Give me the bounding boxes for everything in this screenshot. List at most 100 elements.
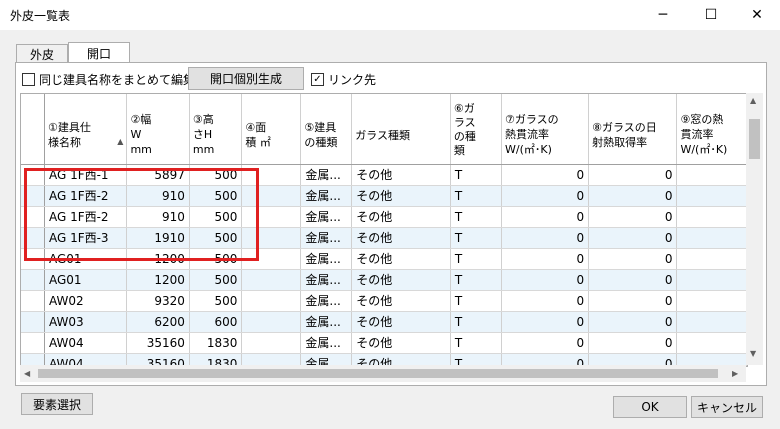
cell-glass-kind[interactable]: その他 — [351, 185, 451, 207]
cell-fitting-type[interactable]: 金属... — [300, 290, 353, 312]
cell-glass-u-value[interactable]: 0 — [501, 269, 590, 291]
cell-glass-u-value[interactable]: 0 — [501, 206, 590, 228]
cell-glass-u-value[interactable]: 0 — [501, 311, 590, 333]
link-checkbox[interactable]: ✓ リンク先 — [311, 71, 376, 88]
cell-glass-u-value[interactable]: 0 — [501, 332, 590, 354]
cell-glass-solar-gain[interactable]: 0 — [588, 206, 678, 228]
cell-window-u-value[interactable] — [676, 290, 747, 312]
cell-glass-solar-gain[interactable]: 0 — [588, 164, 678, 186]
cell-glass-solar-gain[interactable]: 0 — [588, 248, 678, 270]
cell-window-u-value[interactable] — [676, 248, 747, 270]
table-row[interactable]: AW02 9320 500 金属... その他 T 0 0 — [21, 290, 747, 312]
cell-glass-solar-gain[interactable]: 0 — [588, 227, 678, 249]
row-header[interactable] — [21, 269, 45, 291]
scroll-up-icon[interactable]: ▲ — [750, 96, 756, 105]
cell-glass-kind[interactable]: その他 — [351, 290, 451, 312]
col-header-name[interactable]: ①建具仕 様名称 ▲ — [44, 94, 128, 165]
cell-window-u-value[interactable] — [676, 185, 747, 207]
cell-glass-kind[interactable]: その他 — [351, 311, 451, 333]
horizontal-scrollbar[interactable]: ◀ ▶ — [20, 365, 746, 382]
cell-glass-solar-gain[interactable]: 0 — [588, 269, 678, 291]
cell-glass-kind[interactable]: その他 — [351, 269, 451, 291]
cell-glass-u-value[interactable]: 0 — [501, 185, 590, 207]
cell-window-u-value[interactable] — [676, 206, 747, 228]
cell-glass-type[interactable]: T — [450, 311, 503, 333]
cell-glass-u-value[interactable]: 0 — [501, 164, 590, 186]
cell-fitting-type[interactable]: 金属... — [300, 164, 353, 186]
cell-glass-type[interactable]: T — [450, 290, 503, 312]
col-header-area[interactable]: ④面 積 ㎡ — [241, 94, 302, 165]
cell-glass-type[interactable]: T — [450, 185, 503, 207]
cell-fitting-type[interactable]: 金属... — [300, 332, 353, 354]
cell-fitting-type[interactable]: 金属... — [300, 185, 353, 207]
select-elements-button[interactable]: 要素選択 — [21, 393, 93, 415]
scroll-left-icon[interactable]: ◀ — [24, 369, 30, 378]
cell-height[interactable]: 1830 — [189, 332, 243, 354]
group-edit-checkbox[interactable]: 同じ建具名称をまとめて編集 — [22, 71, 195, 88]
cell-width[interactable]: 1200 — [126, 269, 190, 291]
cell-name[interactable]: AG01 — [44, 269, 128, 291]
scroll-down-icon[interactable]: ▼ — [750, 349, 756, 358]
cell-fitting-type[interactable]: 金属... — [300, 248, 353, 270]
cell-height[interactable]: 500 — [189, 290, 243, 312]
col-header-width[interactable]: ②幅 W mm — [126, 94, 190, 165]
cell-glass-kind[interactable]: その他 — [351, 227, 451, 249]
vertical-scrollbar[interactable]: ▲ ▼ — [746, 93, 763, 365]
cell-fitting-type[interactable]: 金属... — [300, 227, 353, 249]
cell-glass-type[interactable]: T — [450, 227, 503, 249]
generate-openings-button[interactable]: 開口個別生成 — [188, 67, 304, 90]
cell-glass-kind[interactable]: その他 — [351, 332, 451, 354]
checkmark-icon[interactable]: ✓ — [311, 73, 324, 86]
cell-glass-type[interactable]: T — [450, 164, 503, 186]
cell-glass-kind[interactable]: その他 — [351, 206, 451, 228]
cell-window-u-value[interactable] — [676, 164, 747, 186]
cell-name[interactable]: AW04 — [44, 332, 128, 354]
col-header-height[interactable]: ③高 さH mm — [189, 94, 243, 165]
row-header[interactable] — [21, 311, 45, 333]
cell-glass-solar-gain[interactable]: 0 — [588, 290, 678, 312]
col-header-glass-type[interactable]: ⑥ガ ラス の種 類 — [450, 94, 503, 165]
cell-glass-u-value[interactable]: 0 — [501, 227, 590, 249]
cell-glass-type[interactable]: T — [450, 332, 503, 354]
close-button[interactable]: ✕ — [734, 0, 780, 30]
col-header-fitting-type[interactable]: ⑤建具 の種類 — [300, 94, 353, 165]
cell-width[interactable]: 6200 — [126, 311, 190, 333]
cell-window-u-value[interactable] — [676, 227, 747, 249]
tab-kaiko[interactable]: 開口 — [68, 42, 130, 64]
cell-glass-type[interactable]: T — [450, 269, 503, 291]
cell-height[interactable]: 500 — [189, 269, 243, 291]
col-header-glass-u-value[interactable]: ⑦ガラスの 熱貫流率 W/(㎡･K) — [501, 94, 590, 165]
cell-name[interactable]: AW03 — [44, 311, 128, 333]
ok-button[interactable]: OK — [613, 396, 687, 418]
cell-fitting-type[interactable]: 金属... — [300, 311, 353, 333]
cell-window-u-value[interactable] — [676, 332, 747, 354]
cell-glass-kind[interactable]: その他 — [351, 248, 451, 270]
minimize-button[interactable]: ─ — [640, 0, 686, 30]
checkbox-box[interactable] — [22, 73, 35, 86]
cell-glass-type[interactable]: T — [450, 248, 503, 270]
horizontal-scroll-thumb[interactable] — [38, 369, 718, 378]
cell-width[interactable]: 9320 — [126, 290, 190, 312]
cell-glass-solar-gain[interactable]: 0 — [588, 311, 678, 333]
cell-glass-u-value[interactable]: 0 — [501, 248, 590, 270]
row-header[interactable] — [21, 332, 45, 354]
cell-height[interactable]: 600 — [189, 311, 243, 333]
vertical-scroll-thumb[interactable] — [749, 119, 760, 159]
table-row[interactable]: AW04 35160 1830 金属... その他 T 0 0 — [21, 332, 747, 354]
cell-glass-u-value[interactable]: 0 — [501, 290, 590, 312]
cell-area[interactable] — [241, 332, 302, 354]
cell-glass-solar-gain[interactable]: 0 — [588, 332, 678, 354]
cell-glass-kind[interactable]: その他 — [351, 164, 451, 186]
cancel-button[interactable]: キャンセル — [691, 396, 763, 418]
scroll-right-icon[interactable]: ▶ — [732, 369, 738, 378]
cell-area[interactable] — [241, 290, 302, 312]
maximize-button[interactable]: ☐ — [688, 0, 734, 30]
cell-glass-type[interactable]: T — [450, 206, 503, 228]
cell-area[interactable] — [241, 269, 302, 291]
cell-fitting-type[interactable]: 金属... — [300, 206, 353, 228]
cell-width[interactable]: 35160 — [126, 332, 190, 354]
cell-area[interactable] — [241, 311, 302, 333]
col-header-glass-solar-gain[interactable]: ⑧ガラスの日 射熱取得率 — [588, 94, 678, 165]
row-header[interactable] — [21, 290, 45, 312]
tab-gaihi[interactable]: 外皮 — [16, 44, 68, 63]
